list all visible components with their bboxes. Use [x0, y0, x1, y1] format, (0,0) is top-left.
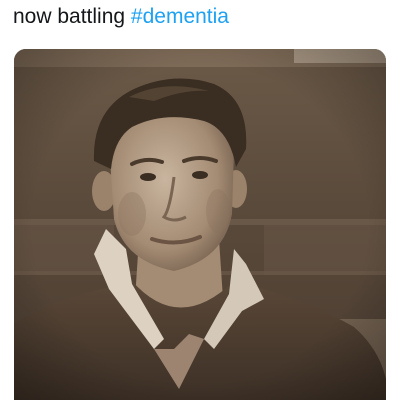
sepia-portrait-photo	[14, 49, 386, 400]
hashtag-link[interactable]: #dementia	[131, 5, 229, 28]
tweet-text: now battling #dementia	[13, 2, 229, 32]
tweet-photo[interactable]	[14, 49, 386, 400]
tweet-text-plain: now battling	[13, 5, 131, 28]
